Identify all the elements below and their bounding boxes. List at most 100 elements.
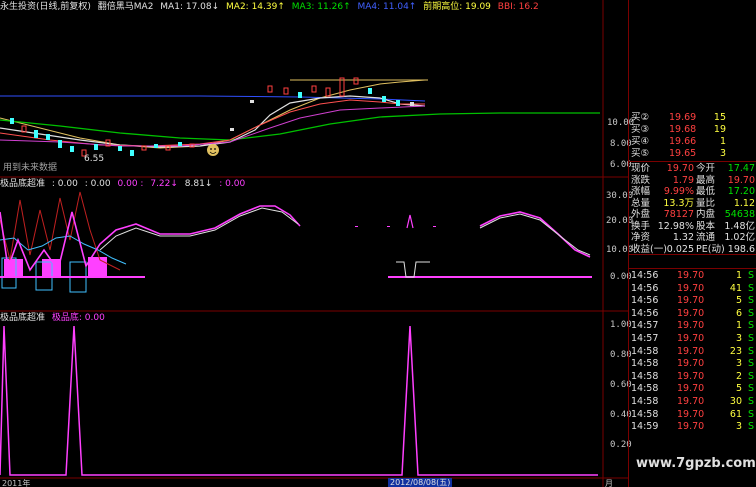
trade-time: 14:58 <box>631 383 659 395</box>
panel2-value-4: 7.22↓ <box>150 179 178 189</box>
trade-side: S <box>747 270 754 281</box>
chart-area[interactable] <box>0 0 628 487</box>
panel2-value-3: 0.00 : <box>117 179 144 189</box>
quote-label: 换手 <box>631 220 651 232</box>
trade-volume: 5 <box>735 383 742 395</box>
trade-volume: 6 <box>735 307 742 319</box>
quote-value: 1.32 <box>672 232 694 243</box>
ma-green-line <box>0 112 600 141</box>
trade-row: 14:57 19.70 3 S <box>629 333 756 345</box>
bid-volume: 3 <box>719 148 726 159</box>
panel3-name[interactable]: 极品底超准 <box>0 313 45 323</box>
trade-side: S <box>747 282 754 294</box>
trade-price: 19.70 <box>677 295 705 307</box>
trade-row: 14:58 19.70 5 S <box>629 383 756 395</box>
trade-side: S <box>747 307 754 319</box>
trade-time: 14:57 <box>631 333 659 344</box>
trade-volume: 5 <box>735 295 742 307</box>
panel2-value-5: 8.81↓ <box>184 179 213 189</box>
trade-price: 19.70 <box>677 383 705 395</box>
quote-value: 1.02亿 <box>724 232 755 243</box>
trade-volume: 3 <box>735 333 742 344</box>
quote-label: 今开 <box>696 163 716 174</box>
quote-row: 收益(一) 0.025 PE(动) 198.6 <box>629 244 756 256</box>
bottom-axis-unit: 月 <box>605 479 613 487</box>
trade-row: 14:58 19.70 3 S <box>629 358 756 370</box>
quote-label: 涨幅 <box>631 186 651 197</box>
panel2-white-curve <box>99 207 299 251</box>
trade-volume: 1 <box>735 320 742 332</box>
quote-label: 涨跌 <box>631 174 651 186</box>
quote-label: PE(动) <box>696 243 725 255</box>
quote-label: 股本 <box>696 220 716 232</box>
trade-price: 19.70 <box>677 320 705 332</box>
panel2-histogram <box>1 257 107 293</box>
trade-price: 19.70 <box>677 345 705 357</box>
trade-time: 14:56 <box>631 270 659 281</box>
trade-row: 14:58 19.70 30 S <box>629 396 756 408</box>
trade-side: S <box>747 383 754 395</box>
quote-value: 78127 <box>663 209 694 220</box>
trade-side: S <box>747 396 754 407</box>
quote-value: 17.47 <box>727 163 755 174</box>
bid-price: 19.65 <box>669 148 697 159</box>
quote-label: 流通 <box>696 232 716 243</box>
quote-value: 19.70 <box>666 163 694 174</box>
trade-time: 14:58 <box>631 345 659 357</box>
panel2-cup <box>396 261 430 278</box>
trade-time: 14:57 <box>631 320 659 332</box>
trade-row: 14:56 19.70 41 S <box>629 283 756 295</box>
trade-volume: 61 <box>729 408 742 420</box>
bid-volume: 1 <box>719 136 726 147</box>
quote-value: 17.20 <box>727 186 755 197</box>
trade-row: 14:58 19.70 2 S <box>629 371 756 383</box>
panel2-value-1: : 0.00 <box>51 179 78 189</box>
quote-value: 19.70 <box>727 174 755 186</box>
panel2-name[interactable]: 极品底超准 <box>0 179 45 189</box>
trade-side: S <box>747 370 754 382</box>
trade-time: 14:58 <box>631 396 659 407</box>
trade-price: 19.70 <box>677 358 705 370</box>
trade-time: 14:58 <box>631 358 659 370</box>
trades-divider <box>629 268 756 269</box>
orderbook-divider <box>629 161 756 162</box>
low-price-annotation: 6.55 <box>84 154 105 164</box>
bid-price: 19.69 <box>669 112 697 123</box>
trade-row: 14:56 19.70 1 S <box>629 270 756 282</box>
order-book-row[interactable]: 买③ 19.68 19 <box>629 124 756 136</box>
panel3-value: 极品底: 0.00 <box>51 313 105 323</box>
order-book-row[interactable]: 买⑤ 19.65 3 <box>629 148 756 160</box>
panel2-header: 极品底超准 : 0.00 : 0.00 0.00 : 7.22↓ 8.81↓ :… <box>0 178 249 190</box>
quote-label: 外盘 <box>631 209 651 220</box>
quote-row: 涨幅 9.99% 最低 17.20 <box>629 186 756 198</box>
bid-volume: 15 <box>713 112 726 123</box>
panel3-header: 极品底超准 极品底: 0.00 <box>0 312 109 324</box>
trade-row: 14:59 19.70 3 S <box>629 421 756 433</box>
bottom-axis-date-box[interactable]: 2012/08/08(五) <box>388 478 453 487</box>
quote-label: 收益(一) <box>631 243 667 255</box>
trade-time: 14:58 <box>631 408 659 420</box>
order-book-row[interactable]: 买④ 19.66 1 <box>629 136 756 148</box>
panel2-spike <box>406 214 414 229</box>
quote-label: 现价 <box>631 163 651 174</box>
trade-price: 19.70 <box>677 408 705 420</box>
quote-value: 54638 <box>724 209 755 220</box>
quote-label: 量比 <box>696 197 716 209</box>
trade-price: 19.70 <box>677 270 705 281</box>
bid-level-label: 买⑤ <box>631 148 650 159</box>
trade-side: S <box>747 408 754 420</box>
quote-label: 最高 <box>696 174 716 186</box>
trade-row: 14:57 19.70 1 S <box>629 320 756 332</box>
trade-price: 19.70 <box>677 307 705 319</box>
smiley-icon <box>207 144 219 156</box>
order-book-row[interactable]: 买② 19.69 15 <box>629 112 756 124</box>
quote-row: 现价 19.70 今开 17.47 <box>629 163 756 175</box>
trade-volume: 2 <box>735 370 742 382</box>
watermark-text: www.7gpzb.com <box>636 456 756 471</box>
trade-row: 14:58 19.70 23 S <box>629 346 756 358</box>
trade-time: 14:59 <box>631 421 659 433</box>
future-data-notice: 用到未来数据 <box>3 163 58 173</box>
quote-value: 1.79 <box>672 174 694 186</box>
trade-side: S <box>747 345 754 357</box>
trade-price: 19.70 <box>677 396 705 407</box>
